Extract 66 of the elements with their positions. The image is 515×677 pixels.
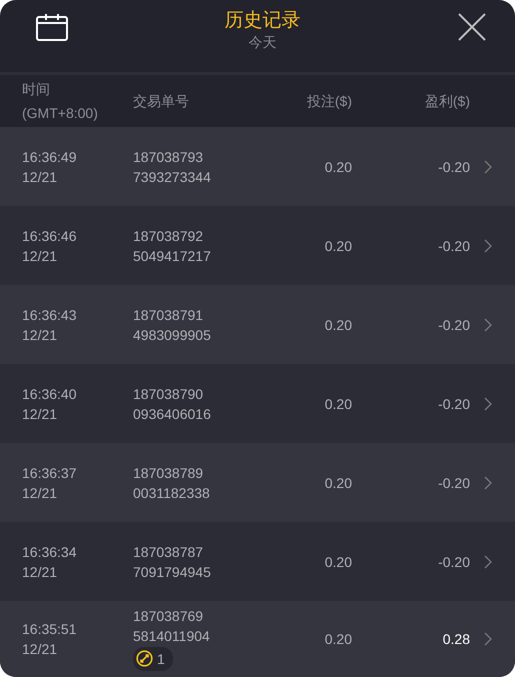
date-filter-label: 今天 — [248, 33, 278, 51]
order-number: 0031182338 — [133, 484, 211, 502]
chevron-right-icon — [484, 238, 492, 252]
close-icon[interactable] — [457, 12, 487, 42]
order-number: 7091794945 — [133, 562, 212, 582]
history-row[interactable]: 16:36:46 12/21 187038792 5049417217 0.20 -0.20 — [0, 206, 515, 285]
order-number: 187038791 — [133, 306, 204, 324]
profit-amount: -0.20 — [437, 316, 470, 334]
column-header: 投注($) — [306, 92, 352, 111]
profit-amount: 0.28 — [442, 630, 470, 649]
date-text: 12/21 — [22, 640, 58, 659]
time-text: 16:36:46 — [22, 226, 78, 246]
history-row[interactable]: 16:36:49 12/21 187038793 7393273344 0.20 -0.20 — [0, 127, 515, 206]
order-number: 187038793 — [133, 148, 204, 166]
profit-amount: -0.20 — [437, 158, 470, 176]
date-text: 12/21 — [22, 484, 58, 502]
order-number: 187038792 — [133, 226, 204, 246]
badge-count: 1 — [157, 650, 165, 669]
profit-amount: -0.20 — [437, 394, 470, 414]
profit-amount: -0.20 — [437, 236, 470, 256]
date-text: 12/21 — [22, 562, 58, 582]
stake-amount: 0.20 — [324, 630, 352, 649]
profit-amount: -0.20 — [437, 552, 470, 572]
chevron-right-icon — [484, 554, 492, 568]
history-row[interactable]: 16:36:43 12/21 187038791 4983099905 0.20 -0.20 — [0, 285, 515, 364]
order-number: 187038769 — [133, 606, 204, 626]
order-number: 0936406016 — [133, 404, 212, 424]
order-number: 187038790 — [133, 384, 204, 404]
chevron-right-icon — [484, 476, 492, 490]
column-header: 交易单号 — [133, 92, 190, 111]
calendar-icon[interactable] — [36, 13, 68, 41]
order-number: 187038789 — [133, 464, 204, 482]
date-text: 12/21 — [22, 246, 58, 266]
date-text: 12/21 — [22, 404, 58, 424]
stake-amount: 0.20 — [324, 316, 352, 334]
order-number: 187038787 — [133, 542, 204, 562]
order-number: 7393273344 — [133, 168, 212, 186]
history-row[interactable]: 16:35:51 12/21 187038769 5814011904 1 0.20 0.28 — [0, 601, 515, 677]
time-text: 16:35:51 — [22, 620, 78, 639]
profit-amount: -0.20 — [437, 474, 470, 492]
time-text: 16:36:37 — [22, 464, 78, 482]
page-title: 历史记录 — [224, 9, 302, 33]
history-row[interactable]: 16:36:37 12/21 187038789 0031182338 0.20 -0.20 — [0, 443, 515, 522]
history-row[interactable]: 16:36:40 12/21 187038790 0936406016 0.20 -0.20 — [0, 364, 515, 443]
order-number: 5814011904 — [133, 626, 211, 646]
chevron-right-icon — [484, 632, 492, 646]
column-header: 盈利($) — [424, 92, 470, 111]
arrows-icon — [136, 650, 153, 668]
stake-amount: 0.20 — [324, 394, 352, 414]
time-text: 16:36:40 — [22, 384, 78, 404]
stake-amount: 0.20 — [324, 552, 352, 572]
chevron-right-icon — [484, 160, 492, 174]
date-text: 12/21 — [22, 168, 58, 186]
order-number: 5049417217 — [133, 246, 212, 266]
chevron-right-icon — [484, 396, 492, 410]
stake-amount: 0.20 — [324, 236, 352, 256]
date-text: 12/21 — [22, 326, 58, 344]
order-number: 4983099905 — [133, 326, 212, 344]
time-text: 16:36:34 — [22, 542, 78, 562]
column-header: 时间 (GMT+8:00) — [21, 80, 99, 123]
stake-amount: 0.20 — [324, 474, 352, 492]
time-text: 16:36:43 — [22, 306, 78, 324]
time-text: 16:36:49 — [22, 148, 78, 166]
chevron-right-icon — [484, 318, 492, 332]
stake-amount: 0.20 — [324, 158, 352, 176]
history-row[interactable]: 16:36:34 12/21 187038787 7091794945 0.20 -0.20 — [0, 522, 515, 601]
